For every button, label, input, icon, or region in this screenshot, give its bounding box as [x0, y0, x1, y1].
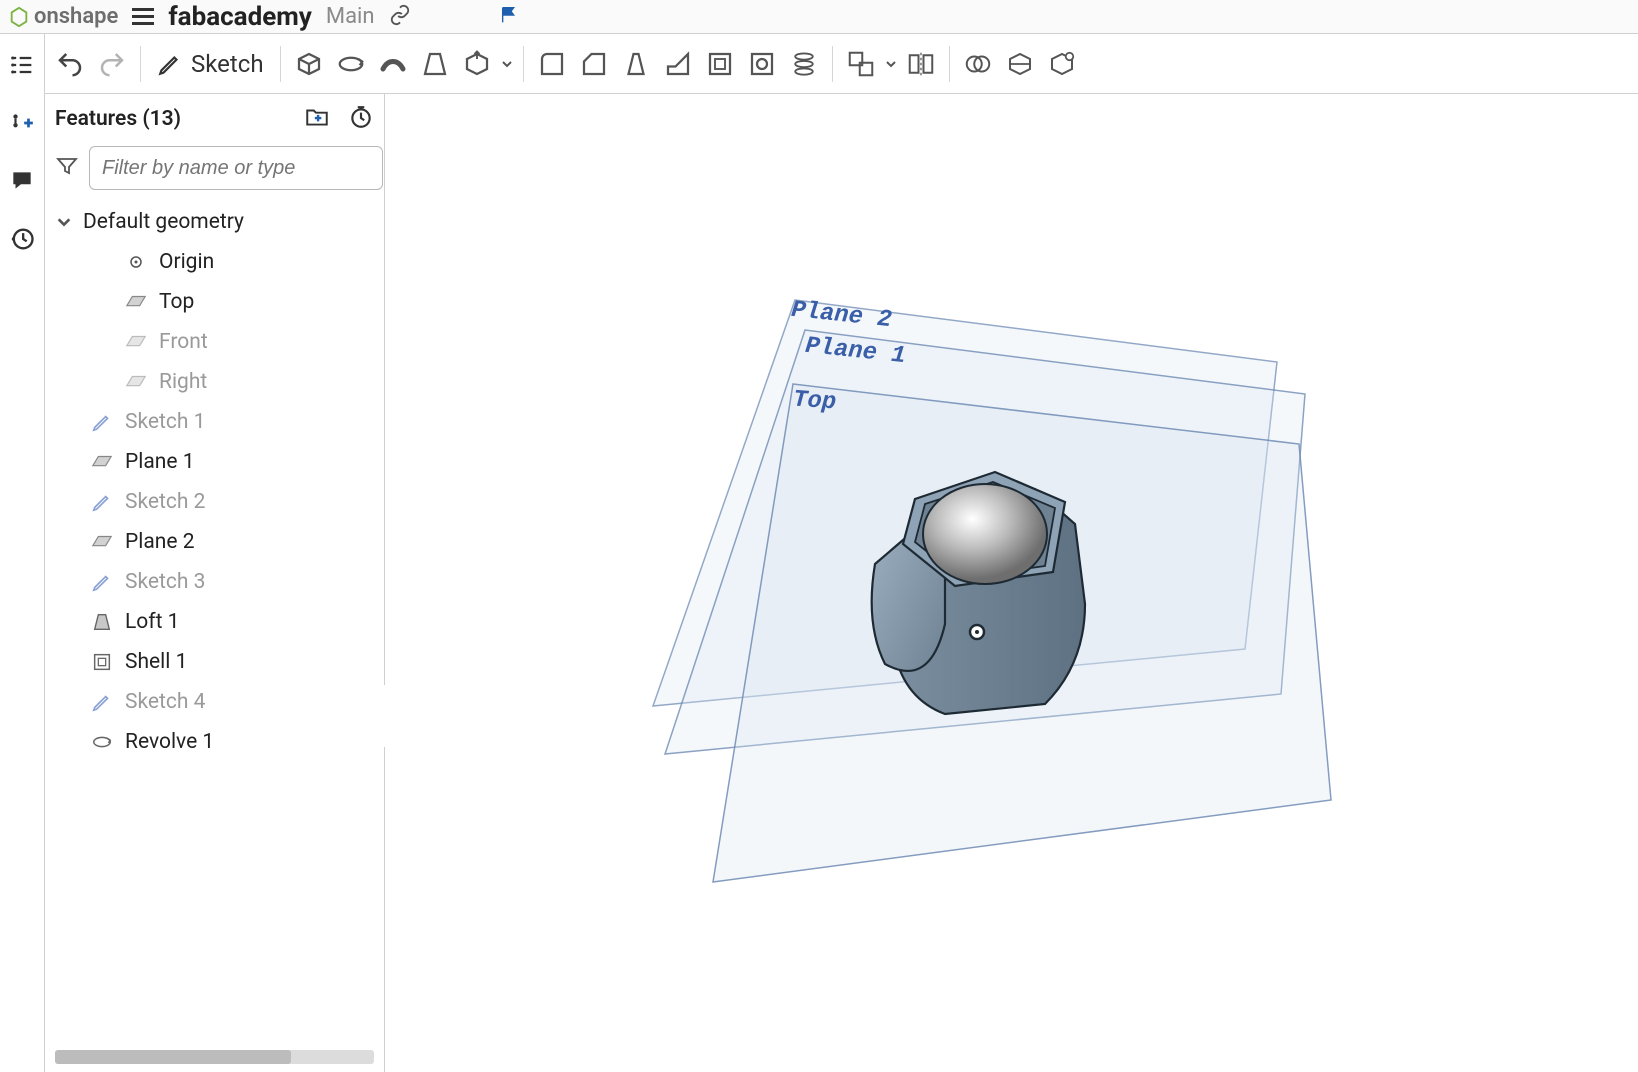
plane-icon: [123, 290, 149, 314]
left-rail: [0, 34, 45, 1072]
sketch-icon: [89, 410, 115, 434]
thicken-dropdown[interactable]: [501, 58, 513, 70]
feature-label: Shell 1: [125, 650, 187, 674]
rib-button[interactable]: [660, 46, 696, 82]
feature-label: Loft 1: [125, 610, 179, 634]
transform-button[interactable]: [1044, 46, 1080, 82]
plane-icon: [89, 450, 115, 474]
feature-label: Plane 1: [125, 450, 195, 474]
feature-label: Revolve 1: [125, 730, 214, 754]
boolean-button[interactable]: [843, 46, 879, 82]
origin-label: Origin: [159, 250, 214, 274]
tree-feature-plane-1[interactable]: Plane 1: [45, 442, 384, 482]
sketch-label: Sketch: [191, 50, 264, 78]
fillet-button[interactable]: [534, 46, 570, 82]
history-icon[interactable]: [7, 224, 37, 254]
sketch-button[interactable]: Sketch: [151, 50, 270, 78]
tree-origin[interactable]: Origin: [45, 242, 384, 282]
loft-icon: [89, 610, 115, 634]
split-button[interactable]: [1002, 46, 1038, 82]
origin-icon: [123, 250, 149, 274]
feature-panel-title: Features (13): [55, 107, 181, 131]
app-header: onshape fabacademy Main: [0, 0, 1638, 34]
top-label: Top: [159, 290, 194, 314]
revolve-icon: [89, 730, 115, 754]
rollback-icon[interactable]: [348, 104, 374, 134]
tree-feature-revolve-8[interactable]: Revolve 1: [45, 722, 384, 762]
extrude-button[interactable]: [291, 46, 327, 82]
filter-icon[interactable]: [55, 154, 79, 182]
plane-icon: [123, 370, 149, 394]
feature-panel: Features (13) Def: [45, 94, 385, 1072]
hole-button[interactable]: [744, 46, 780, 82]
undo-button[interactable]: [52, 46, 88, 82]
tree-plane-front[interactable]: Front: [45, 322, 384, 362]
feature-label: Sketch 4: [125, 690, 205, 714]
boolean-dropdown[interactable]: [885, 58, 897, 70]
tree-feature-sketch-4[interactable]: Sketch 3: [45, 562, 384, 602]
link-icon[interactable]: [389, 4, 411, 30]
loft-button[interactable]: [417, 46, 453, 82]
canvas-label-top[interactable]: Top: [792, 387, 837, 417]
feature-tree: Default geometry Origin Top: [45, 200, 384, 1050]
default-geometry-label: Default geometry: [83, 210, 244, 234]
workspace: Features (13) Def: [45, 94, 1638, 1072]
feature-label: Plane 2: [125, 530, 195, 554]
sketch-icon: [89, 570, 115, 594]
front-label: Front: [159, 330, 208, 354]
tree-scrollbar[interactable]: [55, 1050, 374, 1064]
plane-icon: [123, 330, 149, 354]
mirror-button[interactable]: [903, 46, 939, 82]
app-name: onshape: [34, 4, 118, 29]
version-graph-icon[interactable]: [499, 4, 521, 30]
document-name[interactable]: fabacademy: [168, 2, 312, 32]
comments-icon[interactable]: [7, 166, 37, 196]
add-feature-icon[interactable]: [7, 108, 37, 138]
add-feature-folder-icon[interactable]: [304, 104, 330, 134]
draft-button[interactable]: [618, 46, 654, 82]
feature-label: Sketch 1: [125, 410, 205, 434]
tree-feature-shell-6[interactable]: Shell 1: [45, 642, 384, 682]
tree-feature-sketch-2[interactable]: Sketch 2: [45, 482, 384, 522]
shell-icon: [89, 650, 115, 674]
plane-icon: [89, 530, 115, 554]
canvas-3d[interactable]: Plane 2 Plane 1 Top: [385, 94, 1638, 1072]
pattern-linear-button[interactable]: [786, 46, 822, 82]
sketch-icon: [89, 490, 115, 514]
chevron-down-icon: [55, 214, 73, 230]
intersect-button[interactable]: [960, 46, 996, 82]
tree-plane-right[interactable]: Right: [45, 362, 384, 402]
tree-feature-sketch-0[interactable]: Sketch 1: [45, 402, 384, 442]
sketch-icon: [89, 690, 115, 714]
filter-input[interactable]: [89, 146, 383, 190]
feature-list-toggle[interactable]: [7, 50, 37, 80]
tree-feature-loft-5[interactable]: Loft 1: [45, 602, 384, 642]
pencil-icon: [157, 51, 183, 77]
sweep-button[interactable]: [375, 46, 411, 82]
tree-default-geometry[interactable]: Default geometry: [45, 202, 384, 242]
app-logo: onshape: [8, 4, 118, 29]
feature-label: Sketch 2: [125, 490, 205, 514]
feature-panel-header: Features (13): [45, 94, 384, 140]
right-label: Right: [159, 370, 207, 394]
feature-label: Sketch 3: [125, 570, 205, 594]
tree-feature-sketch-7[interactable]: Sketch 4: [45, 682, 384, 722]
toolbar: Sketch: [0, 34, 1638, 94]
thicken-button[interactable]: [459, 46, 495, 82]
shell-button[interactable]: [702, 46, 738, 82]
hamburger-menu[interactable]: [132, 8, 154, 25]
chamfer-button[interactable]: [576, 46, 612, 82]
onshape-logo-icon: [8, 6, 30, 28]
branch-name[interactable]: Main: [326, 4, 375, 29]
tree-plane-top[interactable]: Top: [45, 282, 384, 322]
filter-row: [45, 140, 384, 200]
revolve-button[interactable]: [333, 46, 369, 82]
tree-feature-plane-3[interactable]: Plane 2: [45, 522, 384, 562]
redo-button[interactable]: [94, 46, 130, 82]
